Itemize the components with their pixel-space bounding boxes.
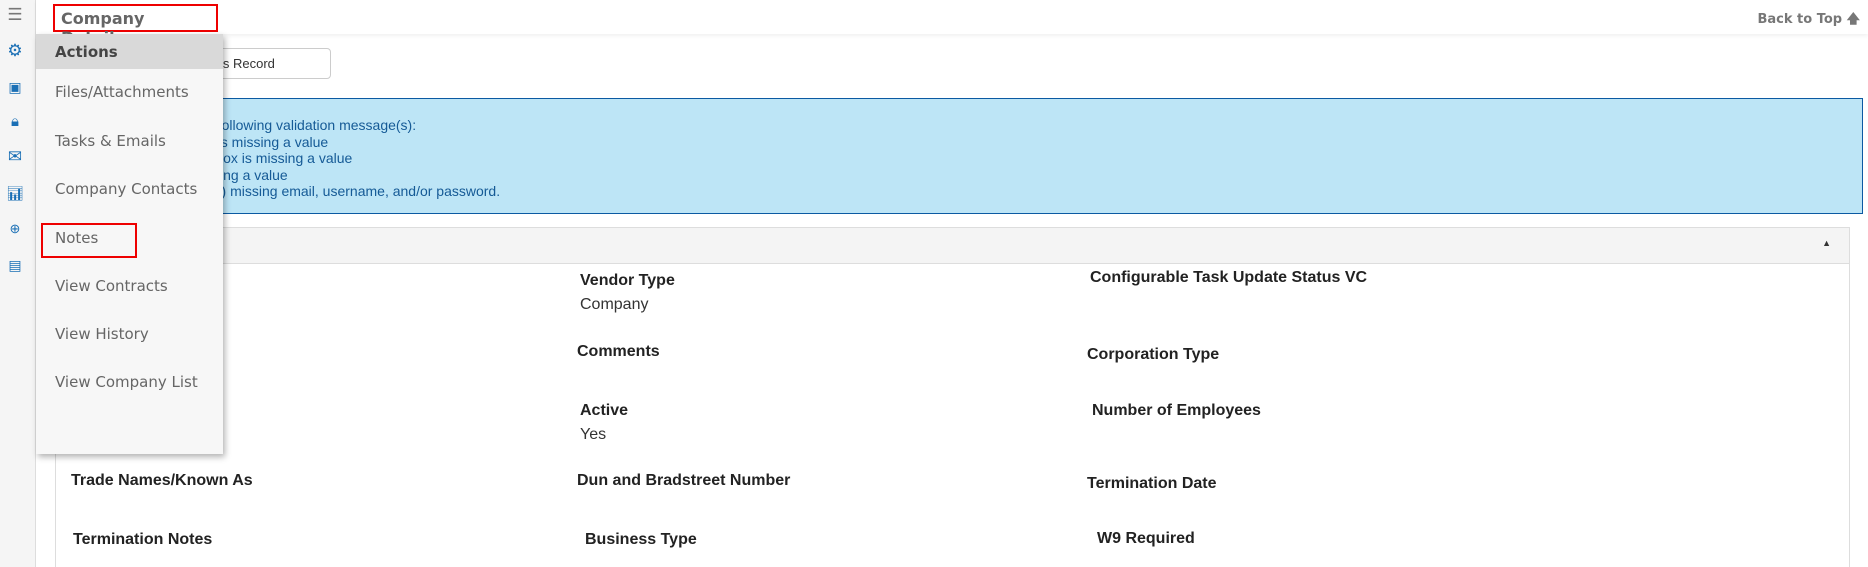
menu-item-tasks-emails[interactable]: Tasks & Emails — [55, 132, 166, 150]
page-title: Company Details — [53, 4, 218, 47]
file-settings-icon[interactable]: ▣ — [4, 76, 26, 98]
field-label: Configurable Task Update Status VC — [1090, 269, 1368, 286]
back-to-top-label: Back to Top — [1757, 12, 1843, 27]
field-label: Trade Names/Known As — [71, 472, 253, 489]
validation-alert: e following validation message(s): e is … — [55, 98, 1863, 214]
actions-menu-header: Actions — [36, 34, 223, 69]
actions-menu: Actions Files/Attachments Tasks & Emails… — [36, 34, 223, 454]
field-value: Company — [580, 296, 649, 313]
sidebar: ☰ ⚙ ▣ 🔒︎ ✉ 📊︎ ⊕ ▤ — [0, 0, 36, 567]
org-add-icon[interactable]: ⊕ — [4, 218, 26, 240]
alert-line: t Box is missing a value — [206, 150, 353, 166]
chart-icon[interactable]: 📊︎ — [4, 182, 26, 204]
menu-item-view-history[interactable]: View History — [55, 325, 149, 343]
field-value: Yes — [580, 426, 607, 443]
field-label: Active — [580, 402, 629, 419]
back-to-top-link[interactable]: Back to Top 🡅 — [1757, 10, 1860, 32]
alert-line: e following validation message(s): — [206, 117, 417, 133]
field-label: Termination Date — [1087, 475, 1217, 492]
collapse-caret-icon[interactable]: ▲ — [1822, 238, 1831, 248]
menu-icon[interactable]: ☰ — [4, 4, 26, 26]
field-label: Business Type — [585, 531, 697, 548]
menu-item-notes[interactable]: Notes — [55, 229, 98, 247]
arrow-up-icon: 🡅 — [1846, 12, 1860, 27]
gear-icon[interactable]: ⚙ — [4, 40, 26, 62]
field-label: Dun and Bradstreet Number — [577, 472, 791, 489]
lock-icon[interactable]: 🔒︎ — [4, 111, 26, 133]
top-bar — [36, 0, 1868, 34]
mail-icon[interactable]: ✉ — [4, 146, 26, 168]
menu-item-files-attachments[interactable]: Files/Attachments — [55, 83, 189, 101]
field-label: Number of Employees — [1092, 402, 1261, 419]
alert-line: t(s) missing email, username, and/or pas… — [206, 183, 501, 199]
field-label: Termination Notes — [73, 531, 213, 548]
alert-line: e is missing a value — [206, 133, 329, 150]
field-label: W9 Required — [1097, 530, 1195, 547]
field-label: Corporation Type — [1087, 346, 1220, 363]
menu-item-view-company-list[interactable]: View Company List — [55, 373, 198, 391]
field-label: Comments — [577, 343, 660, 360]
panel-header[interactable]: ▲ — [56, 228, 1849, 264]
menu-item-view-contracts[interactable]: View Contracts — [55, 277, 168, 295]
field-label: Vendor Type — [580, 272, 675, 289]
menu-item-company-contacts[interactable]: Company Contacts — [55, 180, 197, 198]
report-settings-icon[interactable]: ▤ — [4, 254, 26, 276]
alert-line: ssing a value — [206, 166, 288, 183]
company-details-panel: ▲ — [55, 227, 1850, 567]
